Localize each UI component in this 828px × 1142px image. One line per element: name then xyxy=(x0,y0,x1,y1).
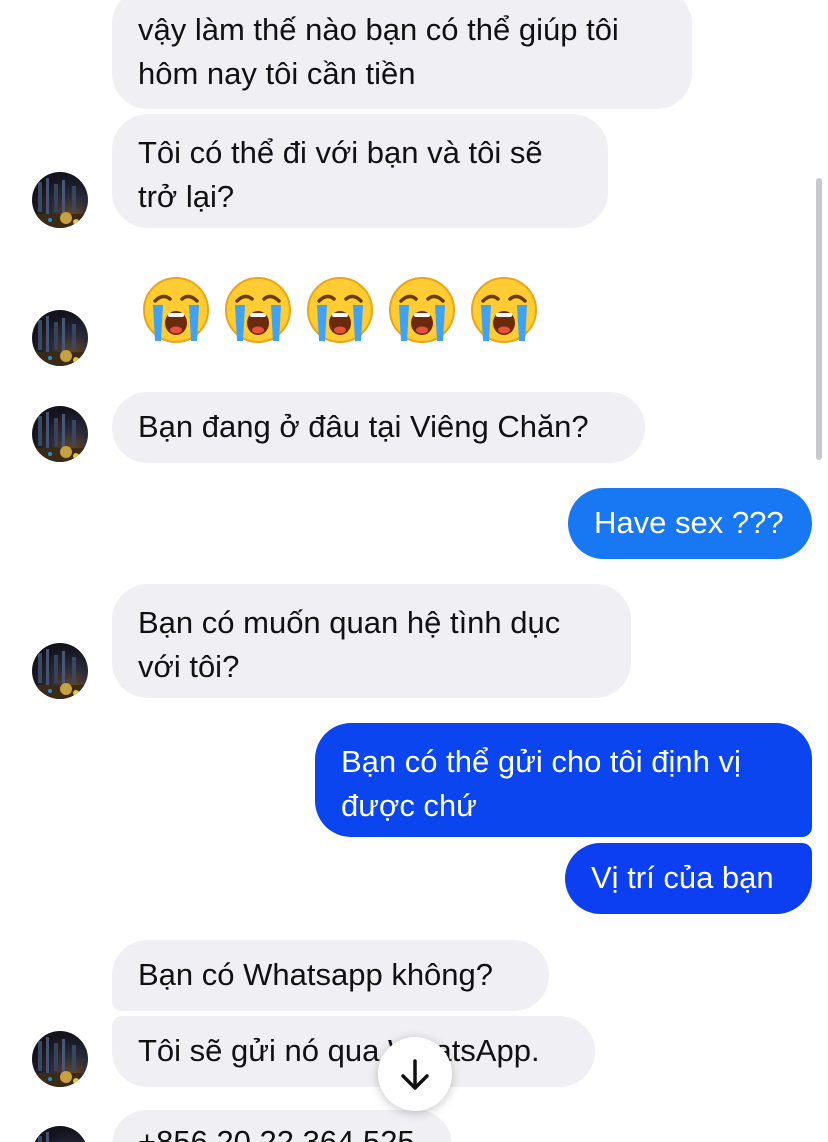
crying-emoji xyxy=(223,275,293,345)
scroll-to-bottom-button[interactable] xyxy=(378,1037,452,1111)
message-text-line: Bạn có muốn quan hệ tình dục xyxy=(138,605,561,640)
loudly-crying-face-icon xyxy=(225,277,291,343)
message-text: Tôi sẽ gửi nó qua WhatsApp. xyxy=(138,1033,540,1068)
avatar-photo-icon xyxy=(32,1037,88,1087)
avatar-photo-icon xyxy=(38,1132,49,1142)
incoming-message[interactable]: Bạn có Whatsapp không? xyxy=(112,940,549,1011)
crying-emoji xyxy=(387,275,457,345)
contact-avatar[interactable] xyxy=(32,172,88,228)
incoming-message[interactable]: Tôi sẽ gửi nó qua WhatsApp. xyxy=(112,1016,595,1087)
message-text: Bạn có Whatsapp không? xyxy=(138,957,494,992)
message-text-line: vậy làm thế nào bạn có thể giúp tôi xyxy=(138,12,619,47)
outgoing-message[interactable]: Vị trí của bạn xyxy=(565,843,812,914)
contact-avatar[interactable] xyxy=(32,643,88,699)
message-text-line: trở lại? xyxy=(138,179,235,214)
message-text: Bạn đang ở đâu tại Viêng Chăn? xyxy=(138,409,589,444)
crying-emoji xyxy=(469,275,539,345)
crying-emoji xyxy=(305,275,375,345)
chat-screen: vậy làm thế nào bạn có thể giúp tôi hôm … xyxy=(0,0,828,1142)
loudly-crying-face-icon xyxy=(307,277,373,343)
incoming-message[interactable]: Bạn đang ở đâu tại Viêng Chăn? xyxy=(112,392,645,463)
outgoing-message[interactable]: Have sex ??? xyxy=(568,488,812,559)
loudly-crying-face-icon xyxy=(389,277,455,343)
incoming-message-partial[interactable]: +856 20 22 364 525 xyxy=(112,1110,452,1142)
message-text: Have sex ??? xyxy=(594,505,784,540)
message-text-line: Bạn có thể gửi cho tôi định vị xyxy=(341,744,741,779)
loudly-crying-face-icon xyxy=(471,277,537,343)
incoming-message[interactable]: Bạn có muốn quan hệ tình dục với tôi? xyxy=(112,584,631,698)
message-text-line: hôm nay tôi cần tiền xyxy=(138,56,416,91)
arrow-down-icon xyxy=(401,1059,429,1090)
incoming-message[interactable]: Tôi có thể đi với bạn và tôi sẽ trở lại? xyxy=(112,114,608,228)
outgoing-message[interactable]: Bạn có thể gửi cho tôi định vị được chứ xyxy=(315,723,812,837)
loudly-crying-face-icon xyxy=(143,277,209,343)
crying-emoji xyxy=(141,275,211,345)
message-text-line: với tôi? xyxy=(138,649,240,684)
avatar-photo-icon xyxy=(32,412,88,462)
scrollbar-thumb[interactable] xyxy=(816,178,822,460)
contact-avatar[interactable] xyxy=(32,1031,88,1087)
avatar-photo-icon xyxy=(32,649,88,699)
message-text: +856 20 22 364 525 xyxy=(138,1124,415,1142)
message-text-line: Tôi có thể đi với bạn và tôi sẽ xyxy=(138,135,543,170)
avatar-photo-icon xyxy=(32,178,88,228)
message-text: Vị trí của bạn xyxy=(591,860,774,895)
contact-avatar[interactable] xyxy=(32,1126,88,1142)
contact-avatar[interactable] xyxy=(32,310,88,366)
incoming-message[interactable]: vậy làm thế nào bạn có thể giúp tôi hôm … xyxy=(112,0,692,109)
avatar-photo-icon xyxy=(32,316,88,366)
message-text-line: được chứ xyxy=(341,788,477,823)
contact-avatar[interactable] xyxy=(32,406,88,462)
